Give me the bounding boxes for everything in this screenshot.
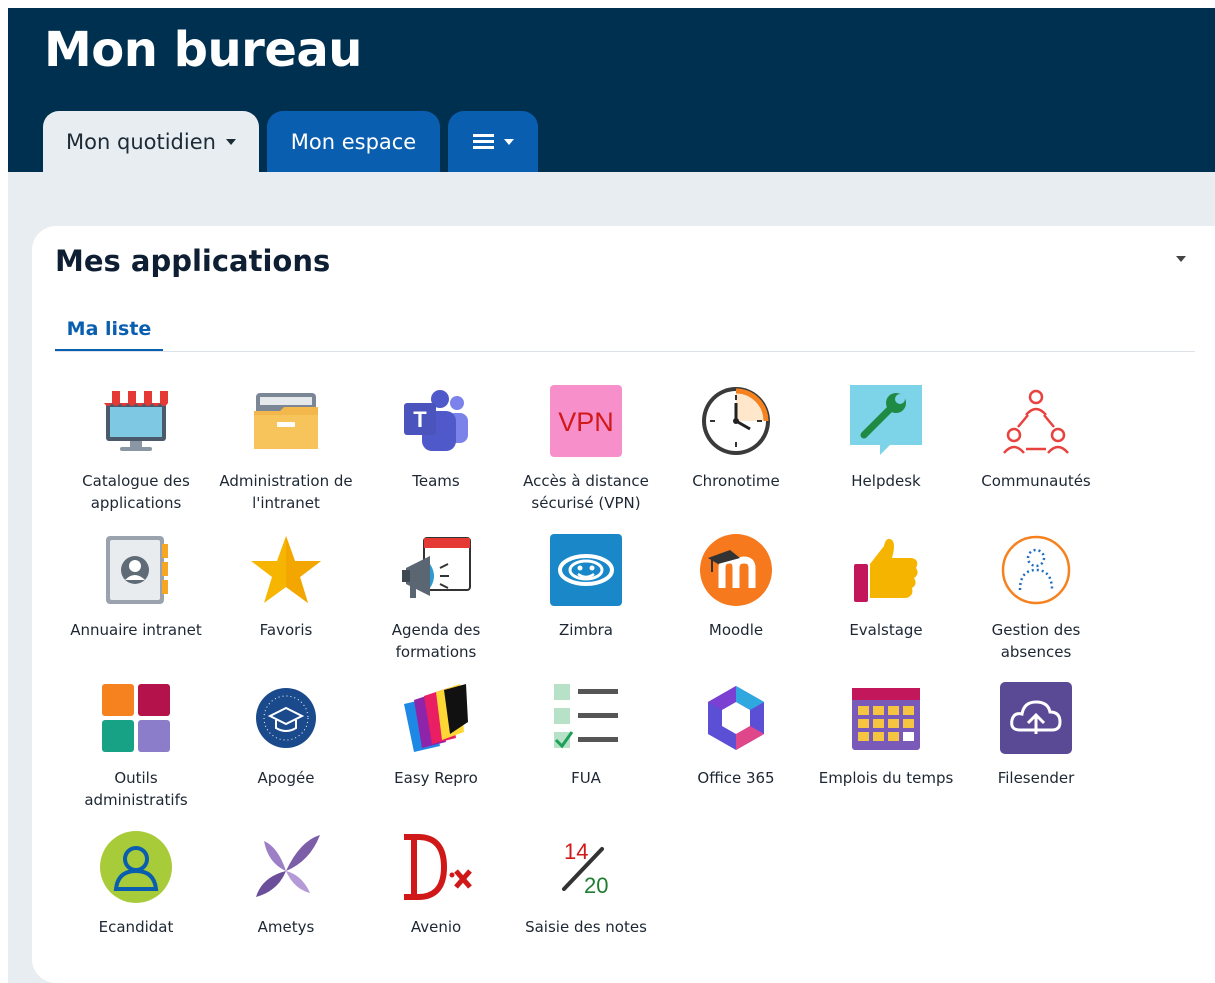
absent-person-icon — [1001, 535, 1071, 605]
graduation-cap-icon — [256, 688, 316, 748]
card-title: Mes applications — [55, 244, 331, 278]
tab-more-menu[interactable] — [448, 111, 538, 172]
tab-label: Mon espace — [290, 129, 417, 154]
checklist-icon — [554, 684, 618, 749]
app-label: Teams — [412, 472, 460, 490]
app-label: Agenda des formations — [391, 621, 481, 661]
app-label: Emplois du temps — [818, 769, 954, 787]
app-label: Ecandidat — [98, 918, 174, 936]
community-icon — [1003, 389, 1069, 454]
app-label: Annuaire intranet — [70, 621, 202, 639]
cloud-upload-icon — [1000, 682, 1072, 754]
svg-text:T: T — [413, 407, 427, 432]
calendar-icon — [852, 688, 920, 750]
user-circle-icon — [100, 831, 172, 903]
svg-text:VPN: VPN — [558, 407, 614, 437]
chevron-down-icon — [225, 138, 236, 145]
svg-text:14: 14 — [564, 839, 588, 864]
thumbs-up-icon — [854, 538, 918, 602]
tiles-icon — [102, 684, 170, 752]
clock-icon — [702, 387, 770, 455]
tab-mon-quotidien[interactable]: Mon quotidien — [43, 111, 259, 172]
app-label: Ametys — [257, 918, 315, 936]
wrench-chat-icon — [850, 385, 922, 455]
office-365-icon — [708, 686, 764, 750]
app-label: Helpdesk — [851, 472, 921, 490]
avenio-icon — [404, 834, 472, 900]
header: Mon bureau Mon quotidien Mon espace — [8, 8, 1215, 172]
app-label: FUA — [571, 769, 601, 787]
app-label: Accès à distance sécurisé (VPN) — [523, 472, 649, 512]
app-label: Catalogue des applications — [82, 472, 190, 512]
app-label: Saisie des notes — [525, 918, 647, 936]
app-label: Filesender — [997, 769, 1075, 787]
store-monitor-icon — [104, 391, 168, 451]
collapse-caret-icon[interactable] — [1176, 256, 1186, 262]
tab-mon-espace[interactable]: Mon espace — [267, 111, 440, 172]
moodle-icon — [700, 534, 772, 606]
page: Mon bureau Mon quotidien Mon espace Mes … — [0, 0, 1215, 983]
app-label: Administration de l'intranet — [219, 472, 353, 512]
app-label: Outils administratifs — [84, 769, 188, 809]
page-title: Mon bureau — [44, 22, 362, 78]
app-label: Gestion des absences — [991, 621, 1081, 661]
app-label: Chronotime — [692, 472, 780, 490]
app-label: Evalstage — [849, 621, 923, 639]
hamburger-menu-icon — [472, 133, 494, 150]
tab-ma-liste[interactable]: Ma liste — [55, 318, 163, 352]
divider — [55, 351, 1195, 352]
app-label: Apogée — [257, 769, 315, 787]
app-label: Avenio — [410, 918, 462, 936]
folder-icon — [254, 393, 318, 449]
star-icon — [251, 536, 321, 603]
megaphone-calendar-icon — [402, 537, 471, 598]
app-label: Favoris — [259, 621, 313, 639]
chevron-down-icon — [503, 138, 514, 145]
vpn-icon: VPN — [550, 385, 622, 457]
ametys-icon — [256, 835, 320, 897]
grade-fraction-icon: 14 20 — [562, 839, 608, 898]
app-label: Moodle — [708, 621, 764, 639]
svg-text:20: 20 — [584, 873, 608, 898]
app-label: Communautés — [981, 472, 1091, 490]
books-icon — [404, 684, 468, 752]
app-label: Zimbra — [559, 621, 613, 639]
teams-icon: T — [404, 390, 468, 451]
tab-label: Mon quotidien — [66, 129, 216, 154]
zimbra-icon — [550, 534, 622, 606]
app-label: Easy Repro — [394, 769, 478, 787]
address-book-icon — [106, 536, 168, 604]
app-label: Office 365 — [697, 769, 775, 787]
